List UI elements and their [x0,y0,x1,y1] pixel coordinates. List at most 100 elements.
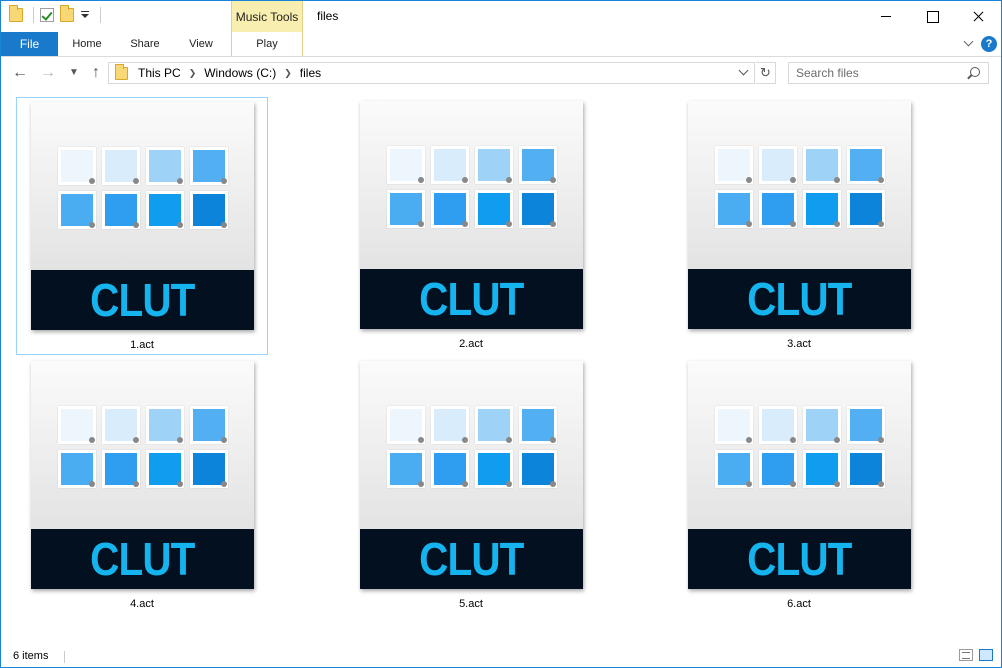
tab-view[interactable]: View [175,32,227,56]
swatch-fill [148,409,181,441]
details-view-icon[interactable] [959,649,973,661]
swatch-dot [417,221,424,227]
minimize-button[interactable] [863,1,909,32]
clut-label: CLUT [418,533,524,585]
back-arrow-icon[interactable]: ← [11,65,29,81]
breadcrumb-files[interactable]: files [300,66,321,80]
color-swatch [189,450,228,488]
recent-locations-chevron-icon[interactable]: ▼ [65,65,83,81]
swatch-fill [849,409,882,441]
color-swatch [101,406,140,444]
file-item[interactable]: CLUT 3.act [673,97,925,355]
swatch-fill [192,194,225,226]
breadcrumb-chevron-icon[interactable]: ❯ [189,68,197,79]
swatch-dot [877,481,884,487]
address-dropdown-icon[interactable] [738,67,750,79]
tab-play[interactable]: Play [231,32,303,56]
swatch-fill [389,193,422,225]
swatch-dot [789,221,796,227]
tab-file[interactable]: File [1,32,58,56]
file-item[interactable]: CLUT 1.act [16,97,268,355]
clut-file-thumbnail[interactable]: CLUT [30,361,254,589]
swatch-dot [549,177,556,183]
new-folder-icon[interactable] [60,5,74,22]
swatch-fill [389,149,422,181]
search-input[interactable] [789,63,959,83]
status-bar: 6 items [1,645,1001,667]
large-icons-view-icon[interactable] [979,649,993,661]
thumbnail-swatch-area [359,361,583,529]
help-icon[interactable]: ? [981,36,997,52]
file-item[interactable]: CLUT 4.act [16,357,268,615]
swatch-fill [521,453,554,485]
expand-ribbon-chevron-icon[interactable] [963,37,975,49]
refresh-icon[interactable]: ↻ [756,62,776,84]
search-box[interactable] [788,62,989,84]
swatch-fill [761,409,794,441]
color-swatch [758,190,797,228]
thumbnail-label-band: CLUT [359,529,583,589]
swatch-dot [220,437,227,443]
divider [64,651,65,663]
swatch-fill [192,453,225,485]
properties-icon[interactable] [40,8,54,22]
color-swatch [57,147,96,185]
swatch-dot [877,177,884,183]
clut-file-thumbnail[interactable]: CLUT [687,361,911,589]
swatch-fill [60,409,93,441]
search-icon[interactable] [970,67,980,77]
swatch-fill [717,453,750,485]
divider [33,7,34,23]
tab-share[interactable]: Share [119,32,171,56]
swatch-dot [88,222,95,228]
color-swatch [846,450,885,488]
clut-file-thumbnail[interactable]: CLUT [30,102,254,330]
color-swatch [386,190,425,228]
swatch-dot [461,437,468,443]
title-bar: Music Tools files [1,1,1001,32]
maximize-button[interactable] [909,1,955,32]
breadcrumb-this-pc[interactable]: This PC [138,66,181,80]
swatch-dot [461,481,468,487]
color-swatch [101,450,140,488]
clut-label: CLUT [89,533,195,585]
color-swatch [101,147,140,185]
swatch-fill [389,453,422,485]
up-arrow-icon[interactable]: ↑ [87,65,105,81]
breadcrumb-chevron-icon[interactable]: ❯ [284,68,292,79]
thumbnail-label-band: CLUT [687,269,911,329]
swatch-fill [60,194,93,226]
swatch-fill [717,149,750,181]
swatch-dot [176,222,183,228]
breadcrumb-windows-c[interactable]: Windows (C:) [204,66,276,80]
clut-file-thumbnail[interactable]: CLUT [359,361,583,589]
address-bar[interactable]: This PC ❯ Windows (C:) ❯ files [108,62,755,84]
swatch-dot [789,177,796,183]
tab-home[interactable]: Home [61,32,113,56]
thumbnail-swatch-area [687,361,911,529]
file-item[interactable]: CLUT 2.act [345,97,597,355]
swatch-dot [88,178,95,184]
forward-arrow-icon[interactable]: → [39,65,57,81]
color-swatch [189,147,228,185]
navigation-bar: ← → ▼ ↑ This PC ❯ Windows (C:) ❯ files ↻ [1,57,1001,90]
color-swatch [518,406,557,444]
swatch-fill [192,150,225,182]
clut-file-thumbnail[interactable]: CLUT [359,101,583,329]
swatch-dot [88,481,95,487]
swatch-fill [148,453,181,485]
clut-file-thumbnail[interactable]: CLUT [687,101,911,329]
customize-toolbar-icon[interactable] [80,8,90,22]
close-button[interactable] [955,1,1001,32]
color-swatch [474,450,513,488]
color-swatch [846,190,885,228]
color-swatch [430,450,469,488]
file-item[interactable]: CLUT 5.act [345,357,597,615]
swatch-dot [833,221,840,227]
swatch-dot [549,221,556,227]
swatch-dot [745,437,752,443]
file-item[interactable]: CLUT 6.act [673,357,925,615]
swatch-dot [132,437,139,443]
folder-icon[interactable] [9,5,23,22]
swatch-dot [417,437,424,443]
